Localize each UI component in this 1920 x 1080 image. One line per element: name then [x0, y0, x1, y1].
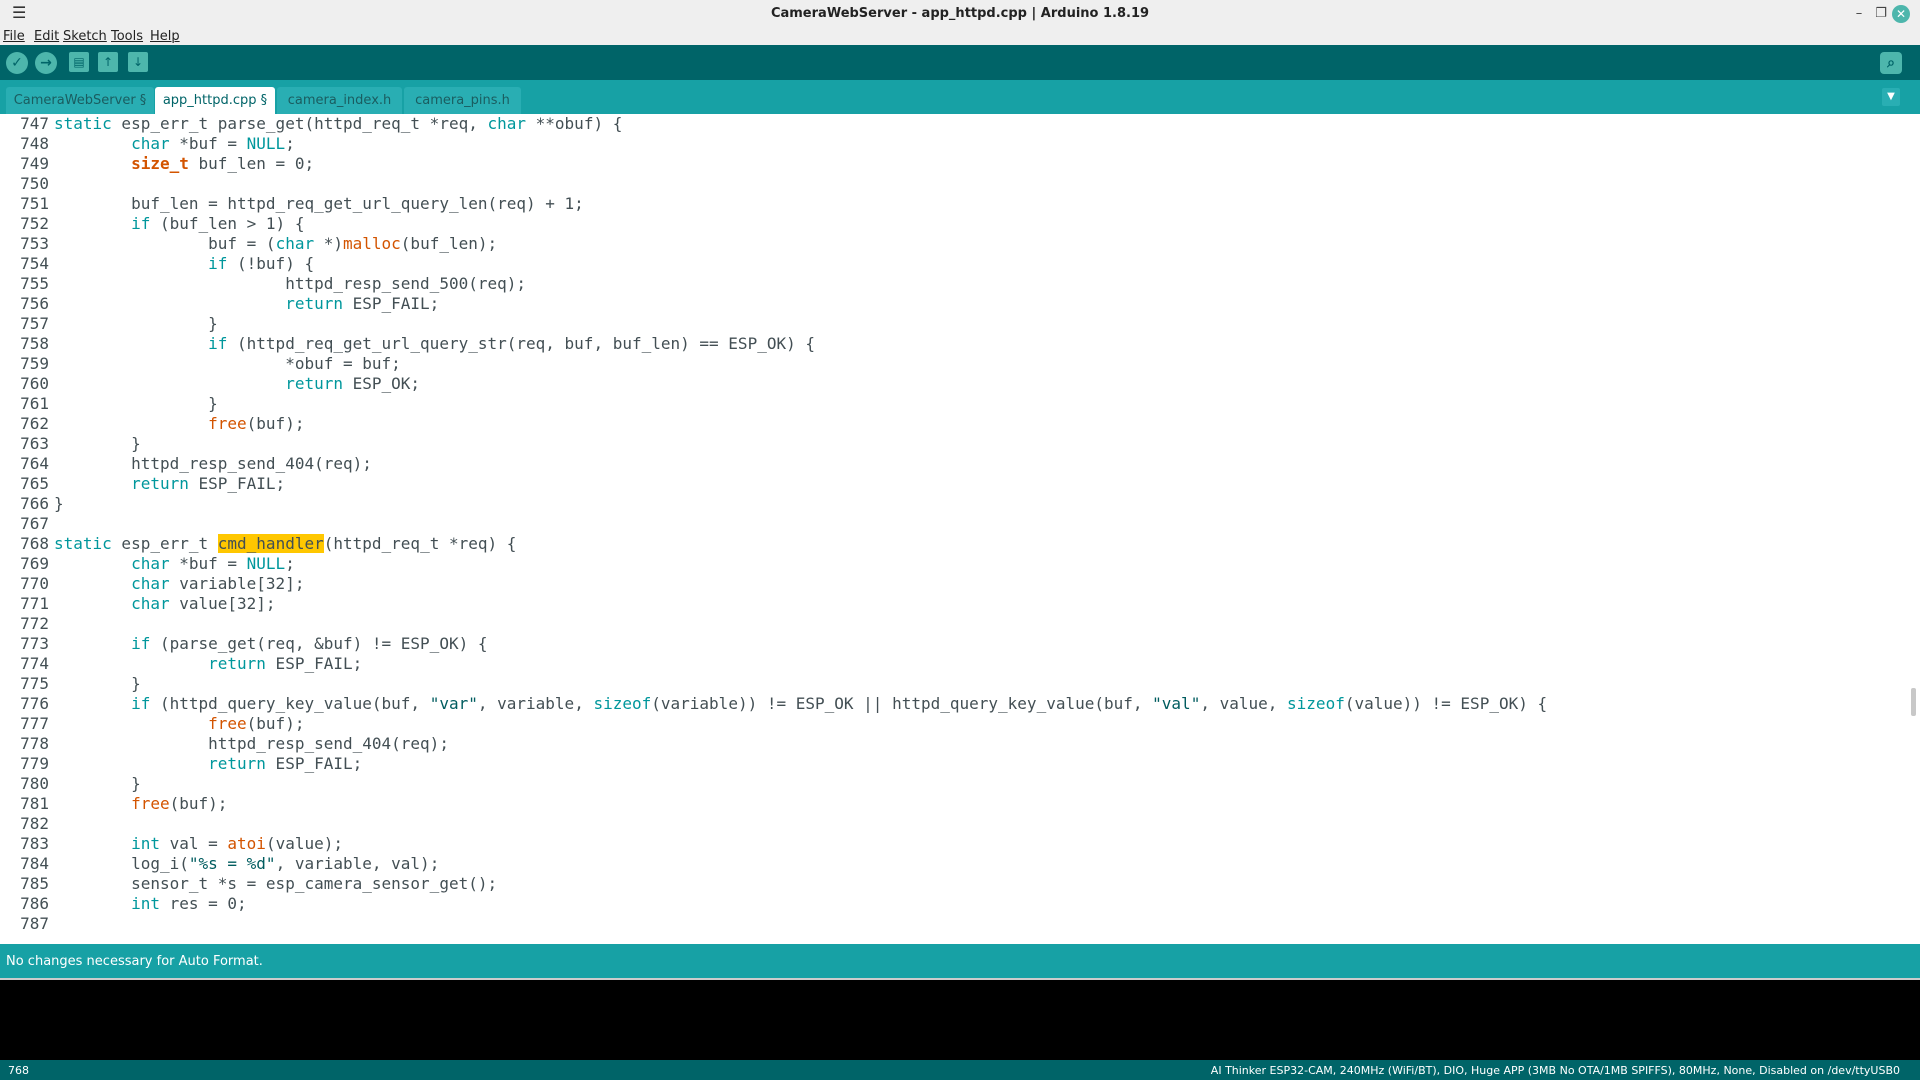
- toolbar: ✓ → ▤ ↑ ↓ ⌕: [0, 45, 1920, 80]
- current-line-number: 768: [8, 1064, 29, 1077]
- code-line: 759 *obuf = buf;: [20, 354, 401, 373]
- code-line: 769 char *buf = NULL;: [20, 554, 295, 573]
- menu-edit[interactable]: Edit: [34, 29, 59, 45]
- code-line: 756 return ESP_FAIL;: [20, 294, 440, 313]
- code-line: 774 return ESP_FAIL;: [20, 654, 363, 673]
- code-line: 771 char value[32];: [20, 594, 276, 613]
- code-line: 777 free(buf);: [20, 714, 305, 733]
- code-line: 760 return ESP_OK;: [20, 374, 421, 393]
- verify-icon[interactable]: ✓: [6, 52, 28, 74]
- code-line: 779 return ESP_FAIL;: [20, 754, 363, 773]
- code-line: 770 char variable[32];: [20, 574, 305, 593]
- code-line: 767: [20, 514, 49, 533]
- code-line: 754 if (!buf) {: [20, 254, 315, 273]
- code-line: 784 log_i("%s = %d", variable, val);: [20, 854, 440, 873]
- code-line: 758 if (httpd_req_get_url_query_str(req,…: [20, 334, 815, 353]
- status-bar: No changes necessary for Auto Format.: [0, 944, 1920, 978]
- close-icon[interactable]: ✕: [1892, 5, 1910, 23]
- code-line: 762 free(buf);: [20, 414, 305, 433]
- open-sketch-icon[interactable]: ↑: [98, 52, 118, 72]
- title-bar: ☰ CameraWebServer - app_httpd.cpp | Ardu…: [0, 0, 1920, 29]
- serial-monitor-icon[interactable]: ⌕: [1880, 52, 1902, 74]
- code-line: 778 httpd_resp_send_404(req);: [20, 734, 449, 753]
- code-line: 773 if (parse_get(req, &buf) != ESP_OK) …: [20, 634, 488, 653]
- tab-camera-index[interactable]: camera_index.h: [277, 87, 402, 114]
- status-message: No changes necessary for Auto Format.: [6, 954, 263, 969]
- new-sketch-icon[interactable]: ▤: [69, 52, 89, 72]
- code-line: 787: [20, 914, 49, 933]
- upload-icon[interactable]: →: [35, 52, 57, 74]
- tab-bar: CameraWebServer § app_httpd.cpp § camera…: [0, 80, 1920, 114]
- menu-sketch[interactable]: Sketch: [63, 29, 107, 45]
- code-line: 749 size_t buf_len = 0;: [20, 154, 315, 173]
- code-line: 761 }: [20, 394, 218, 413]
- code-line: 750: [20, 174, 49, 193]
- code-line: 775 }: [20, 674, 141, 693]
- restore-icon[interactable]: ❐: [1872, 5, 1890, 23]
- board-info: AI Thinker ESP32-CAM, 240MHz (WiFi/BT), …: [1210, 1064, 1900, 1077]
- tab-camerawebserver[interactable]: CameraWebServer §: [6, 87, 154, 114]
- tab-menu-icon[interactable]: ▼: [1882, 88, 1900, 106]
- console-output[interactable]: [0, 978, 1920, 1060]
- menu-file[interactable]: File: [3, 29, 25, 45]
- menu-help[interactable]: Help: [150, 29, 180, 45]
- code-line: 783 int val = atoi(value);: [20, 834, 343, 853]
- code-line: 772: [20, 614, 49, 633]
- save-sketch-icon[interactable]: ↓: [128, 52, 148, 72]
- code-line: 755 httpd_resp_send_500(req);: [20, 274, 527, 293]
- code-line: 757 }: [20, 314, 218, 333]
- tab-camera-pins[interactable]: camera_pins.h: [404, 87, 521, 114]
- code-line: 768 static esp_err_t cmd_handler(httpd_re…: [20, 534, 517, 553]
- code-line: 748 char *buf = NULL;: [20, 134, 295, 153]
- code-line: 782: [20, 814, 49, 833]
- code-line: 752 if (buf_len > 1) {: [20, 214, 305, 233]
- code-line: 785 sensor_t *s = esp_camera_sensor_get(…: [20, 874, 498, 893]
- code-line: 765 return ESP_FAIL;: [20, 474, 286, 493]
- editor-scrollbar[interactable]: [1911, 688, 1916, 716]
- window-title: CameraWebServer - app_httpd.cpp | Arduin…: [770, 6, 1150, 21]
- code-line: 766}: [20, 494, 64, 513]
- code-line: 780 }: [20, 774, 141, 793]
- menu-bar: File Edit Sketch Tools Help: [0, 29, 1920, 45]
- tab-app-httpd[interactable]: app_httpd.cpp §: [155, 87, 275, 114]
- code-line: 763 }: [20, 434, 141, 453]
- code-line: 747 static esp_err_t parse_get(httpd_req_…: [20, 114, 623, 133]
- code-line: 751 buf_len = httpd_req_get_url_query_le…: [20, 194, 584, 213]
- code-line: 786 int res = 0;: [20, 894, 247, 913]
- code-line: 753 buf = (char *)malloc(buf_len);: [20, 234, 498, 253]
- code-line: 781 free(buf);: [20, 794, 228, 813]
- footer-bar: 768 AI Thinker ESP32-CAM, 240MHz (WiFi/B…: [0, 1060, 1920, 1080]
- minimize-icon[interactable]: –: [1850, 5, 1868, 23]
- code-editor[interactable]: 747 static esp_err_t parse_get(httpd_req_…: [0, 114, 1920, 944]
- code-line: 776 if (httpd_query_key_value(buf, "var"…: [20, 694, 1548, 713]
- code-line: 764 httpd_resp_send_404(req);: [20, 454, 372, 473]
- menu-tools[interactable]: Tools: [111, 29, 143, 45]
